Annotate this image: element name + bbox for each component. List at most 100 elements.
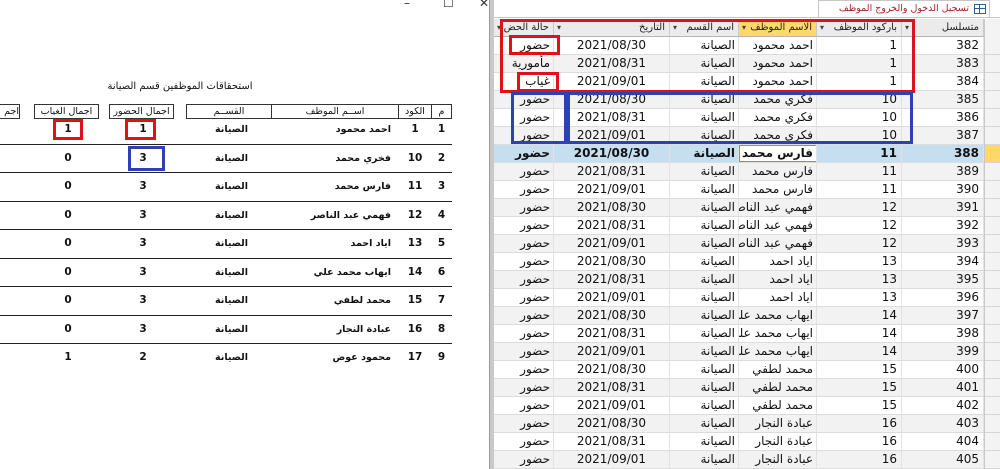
- cell-dept[interactable]: الصيانة: [670, 433, 739, 450]
- cell-status[interactable]: حضور: [494, 397, 554, 414]
- cell-barcode[interactable]: 11: [817, 163, 902, 180]
- cell-employee-name[interactable]: فهمي عبد الناصر: [739, 199, 817, 216]
- cell-status[interactable]: حضور: [494, 379, 554, 396]
- cell-employee-name[interactable]: فهمي عبد الناصر: [739, 235, 817, 252]
- cell-date[interactable]: 2021/09/01: [554, 235, 670, 252]
- cell-serial[interactable]: 382: [902, 37, 984, 54]
- cell-employee-name[interactable]: فكري محمد: [739, 91, 817, 108]
- cell-serial[interactable]: 390: [902, 181, 984, 198]
- table-row[interactable]: 39212فهمي عبد الناصرالصيانة2021/08/31حضو…: [494, 217, 984, 235]
- cell-serial[interactable]: 405: [902, 451, 984, 468]
- cell-serial[interactable]: 387: [902, 127, 984, 144]
- table-row[interactable]: 383 1 احمد محمود الصيانة 2021/08/31 مأمورية: [494, 55, 984, 73]
- cell-employee-name[interactable]: محمد لطفي: [739, 361, 817, 378]
- table-row[interactable]: 388 11 فارس محمد الصيانة 2021/08/30 حضور: [494, 145, 984, 163]
- cell-dept[interactable]: الصيانة: [670, 199, 739, 216]
- cell-status[interactable]: حضور: [494, 307, 554, 324]
- column-header-status[interactable]: حالة الحض ▾: [494, 19, 554, 37]
- cell-date[interactable]: 2021/09/01: [554, 73, 670, 90]
- minimize-icon[interactable]: –: [404, 0, 410, 10]
- cell-employee-name[interactable]: احمد محمود: [739, 37, 817, 54]
- cell-barcode[interactable]: 10: [817, 109, 902, 126]
- cell-dept[interactable]: الصيانة: [670, 415, 739, 432]
- cell-status[interactable]: حضور: [494, 181, 554, 198]
- record-selector[interactable]: [985, 325, 1000, 343]
- cell-dept[interactable]: الصيانة: [670, 181, 739, 198]
- cell-status[interactable]: غياب: [494, 73, 554, 90]
- cell-employee-name[interactable]: فهمي عبد الناصر: [739, 217, 817, 234]
- cell-employee-name[interactable]: محمد لطفي: [739, 379, 817, 396]
- cell-dept[interactable]: الصيانة: [670, 55, 739, 72]
- cell-employee-name[interactable]: اياد احمد: [739, 289, 817, 306]
- record-selector[interactable]: [985, 271, 1000, 289]
- table-row[interactable]: 401 15 محمد لطفي الصيانة 2021/08/31 حضور: [494, 379, 984, 397]
- table-row[interactable]: 404 16 عبادة النجار الصيانة 2021/08/31 حضور: [494, 433, 984, 451]
- table-row[interactable]: 394 13 اياد احمد الصيانة 2021/08/30 حضور: [494, 253, 984, 271]
- cell-employee-name[interactable]: فكري محمد: [739, 109, 817, 126]
- cell-barcode[interactable]: 13: [817, 289, 902, 306]
- table-row[interactable]: 405 16 عبادة النجار الصيانة 2021/09/01 حضور: [494, 451, 984, 469]
- record-selector[interactable]: [985, 451, 1000, 469]
- cell-serial[interactable]: 392: [902, 217, 984, 234]
- cell-serial[interactable]: 384: [902, 73, 984, 90]
- record-selector[interactable]: [985, 217, 1000, 235]
- cell-serial[interactable]: 391: [902, 199, 984, 216]
- table-row[interactable]: 402 15 محمد لطفي الصيانة 2021/09/01 حضور: [494, 397, 984, 415]
- cell-date[interactable]: 2021/09/01: [554, 397, 670, 414]
- record-selector[interactable]: [985, 307, 1000, 325]
- cell-date[interactable]: 2021/08/30: [554, 307, 670, 324]
- cell-dept[interactable]: الصيانة: [670, 397, 739, 414]
- cell-status[interactable]: حضور: [494, 271, 554, 288]
- cell-dept[interactable]: الصيانة: [670, 307, 739, 324]
- cell-barcode[interactable]: 14: [817, 343, 902, 360]
- table-row[interactable]: 386 10 فكري محمد الصيانة 2021/08/31 حضور: [494, 109, 984, 127]
- cell-status[interactable]: حضور: [494, 325, 554, 342]
- cell-serial[interactable]: 398: [902, 325, 984, 342]
- cell-barcode[interactable]: 13: [817, 271, 902, 288]
- cell-status[interactable]: حضور: [494, 451, 554, 468]
- cell-serial[interactable]: 388: [902, 145, 984, 162]
- cell-status[interactable]: حضور: [494, 415, 554, 432]
- cell-serial[interactable]: 403: [902, 415, 984, 432]
- cell-status[interactable]: حضور: [494, 109, 554, 126]
- cell-employee-name[interactable]: عبادة النجار: [739, 433, 817, 450]
- cell-employee-name[interactable]: اياد احمد: [739, 253, 817, 270]
- cell-dept[interactable]: الصيانة: [670, 127, 739, 144]
- cell-dept[interactable]: الصيانة: [670, 253, 739, 270]
- record-selector[interactable]: [985, 415, 1000, 433]
- record-selector[interactable]: [985, 199, 1000, 217]
- cell-dept[interactable]: الصيانة: [670, 361, 739, 378]
- cell-barcode[interactable]: 10: [817, 91, 902, 108]
- cell-status[interactable]: حضور: [494, 217, 554, 234]
- cell-employee-name[interactable]: ايهاب محمد علي: [739, 343, 817, 360]
- cell-barcode[interactable]: 11: [817, 181, 902, 198]
- cell-barcode[interactable]: 10: [817, 127, 902, 144]
- cell-dept[interactable]: الصيانة: [670, 145, 739, 162]
- record-selector[interactable]: [985, 289, 1000, 307]
- column-header-name[interactable]: الاسم الموظف ▾: [739, 19, 817, 37]
- cell-dept[interactable]: الصيانة: [670, 37, 739, 54]
- chevron-down-icon[interactable]: ▾: [673, 19, 677, 36]
- record-selector[interactable]: [985, 145, 1000, 163]
- record-selector[interactable]: [985, 253, 1000, 271]
- cell-serial[interactable]: 385: [902, 91, 984, 108]
- cell-date[interactable]: 2021/08/30: [554, 37, 670, 54]
- cell-dept[interactable]: الصيانة: [670, 325, 739, 342]
- chevron-down-icon[interactable]: ▾: [905, 19, 909, 36]
- cell-barcode[interactable]: 15: [817, 397, 902, 414]
- cell-employee-name[interactable]: عبادة النجار: [739, 415, 817, 432]
- cell-barcode[interactable]: 15: [817, 379, 902, 396]
- cell-barcode[interactable]: 15: [817, 361, 902, 378]
- table-row[interactable]: 39312فهمي عبد الناصرالصيانة2021/09/01حضو…: [494, 235, 984, 253]
- cell-serial[interactable]: 396: [902, 289, 984, 306]
- column-header-date[interactable]: التاريخ ▾: [554, 19, 670, 37]
- cell-dept[interactable]: الصيانة: [670, 163, 739, 180]
- cell-status[interactable]: حضور: [494, 433, 554, 450]
- cell-barcode[interactable]: 12: [817, 217, 902, 234]
- record-selector[interactable]: [985, 433, 1000, 451]
- chevron-down-icon[interactable]: ▾: [497, 19, 501, 36]
- cell-employee-name[interactable]: اياد احمد: [739, 271, 817, 288]
- cell-status[interactable]: حضور: [494, 361, 554, 378]
- cell-barcode[interactable]: 14: [817, 325, 902, 342]
- table-row[interactable]: 39112فهمي عبد الناصرالصيانة2021/08/30حضو…: [494, 199, 984, 217]
